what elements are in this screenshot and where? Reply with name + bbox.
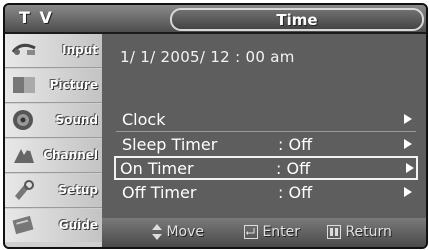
setup-icon [15,180,34,200]
sidebar-item-channel[interactable]: Channel [5,139,102,173]
row-value: : Off [276,159,311,178]
tv-osd-screen: T V Time Input Picture Sound Channel Set… [0,0,429,250]
sidebar-item-label: Guide [58,218,98,232]
enter-hint: Enter [244,224,300,240]
sidebar-item-setup[interactable]: Setup [5,174,102,208]
row-value: : Off [278,183,313,202]
osd-frame: T V Time Input Picture Sound Channel Set… [3,3,428,249]
row-label: Sleep Timer [122,135,218,154]
row-value: : Off [278,135,313,154]
control-hints-bar: Move Enter Return [102,218,426,247]
time-menu-panel: 1/ 1/ 2005/ 12 : 00 am Clock Sleep Timer… [102,34,426,218]
sidebar-item-label: Sound [55,113,98,127]
sidebar-item-picture[interactable]: Picture [5,69,102,103]
return-label: Return [345,224,392,240]
row-label: On Timer [120,159,194,178]
menu-row-clock[interactable]: Clock [116,108,416,130]
return-hint: Return [327,224,392,240]
move-label: Move [166,224,204,240]
sidebar-item-guide[interactable]: Guide [5,209,102,242]
menu-title: Time [276,11,318,29]
title-bar: T V Time [5,5,426,34]
sidebar-item-label: Channel [43,148,98,162]
source-label: T V [19,8,54,27]
sidebar-item-label: Setup [58,183,98,197]
move-hint: Move [152,224,204,240]
input-icon [11,43,36,55]
chevron-right-icon [404,187,412,197]
sidebar-item-sound[interactable]: Sound [5,104,102,138]
guide-icon [12,215,34,235]
sidebar-item-label: Picture [49,78,98,92]
row-divider [116,131,416,132]
row-label: Clock [122,110,166,129]
chevron-right-icon [406,163,414,173]
enter-icon [244,225,258,239]
menu-row-sleep-timer[interactable]: Sleep Timer : Off [116,133,416,155]
chevron-right-icon [404,139,412,149]
row-label: Off Timer [122,183,197,202]
current-datetime: 1/ 1/ 2005/ 12 : 00 am [120,48,295,66]
sidebar-item-input[interactable]: Input [5,34,102,68]
menu-row-on-timer[interactable]: On Timer : Off [114,156,418,180]
channel-icon [14,147,34,163]
sidebar: Input Picture Sound Channel Setup Guide [5,34,102,247]
sound-icon [13,110,33,130]
chevron-right-icon [404,114,412,124]
picture-icon [13,77,35,93]
return-icon [327,225,341,239]
sidebar-item-label: Input [62,43,98,57]
menu-row-off-timer[interactable]: Off Timer : Off [116,181,416,203]
menu-title-capsule: Time [170,8,424,31]
up-down-arrows-icon [152,224,162,240]
enter-label: Enter [262,224,301,240]
